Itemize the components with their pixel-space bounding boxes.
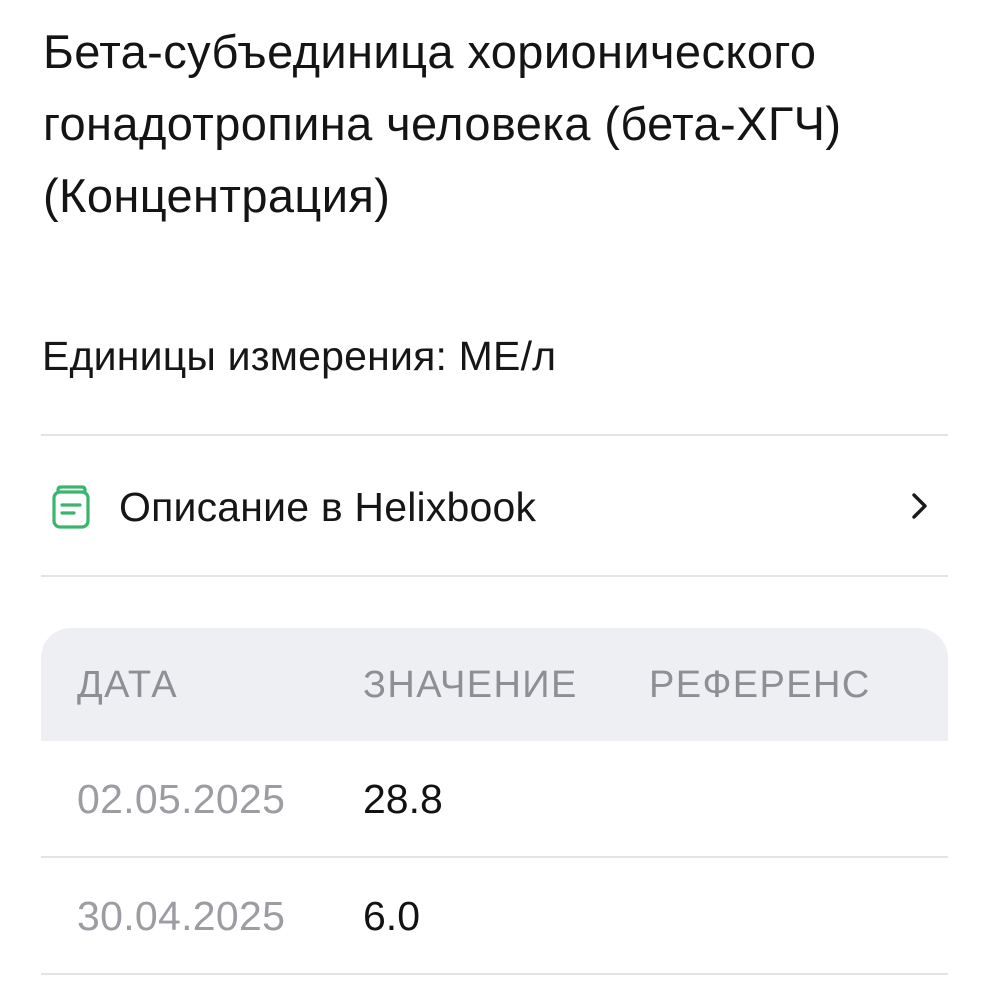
units-label: Единицы измерения: МЕ/л [42, 333, 557, 379]
chevron-right-icon [912, 493, 927, 519]
row-date: 30.04.2025 [77, 893, 286, 939]
results-table: ДАТА ЗНАЧЕНИЕ РЕФЕРЕНС 02.05.2025 28.8 3… [41, 628, 948, 975]
column-header-value: ЗНАЧЕНИЕ [363, 664, 578, 706]
page-title: Бета-субъединица хорионического гонадотр… [43, 25, 842, 222]
row-value: 6.0 [363, 893, 420, 939]
helixbook-link[interactable]: Описание в Helixbook [41, 436, 948, 575]
row-value: 28.8 [363, 776, 443, 822]
helixbook-label: Описание в Helixbook [119, 484, 537, 530]
divider [41, 575, 948, 577]
table-row: 30.04.2025 6.0 [41, 858, 948, 975]
table-row: 02.05.2025 28.8 [41, 741, 948, 858]
column-header-date: ДАТА [77, 664, 179, 706]
column-header-reference: РЕФЕРЕНС [649, 664, 871, 706]
table-header: ДАТА ЗНАЧЕНИЕ РЕФЕРЕНС [41, 628, 948, 741]
book-icon [52, 485, 90, 529]
result-detail-page: Бета-субъединица хорионического гонадотр… [41, 0, 948, 1000]
row-date: 02.05.2025 [77, 776, 286, 822]
